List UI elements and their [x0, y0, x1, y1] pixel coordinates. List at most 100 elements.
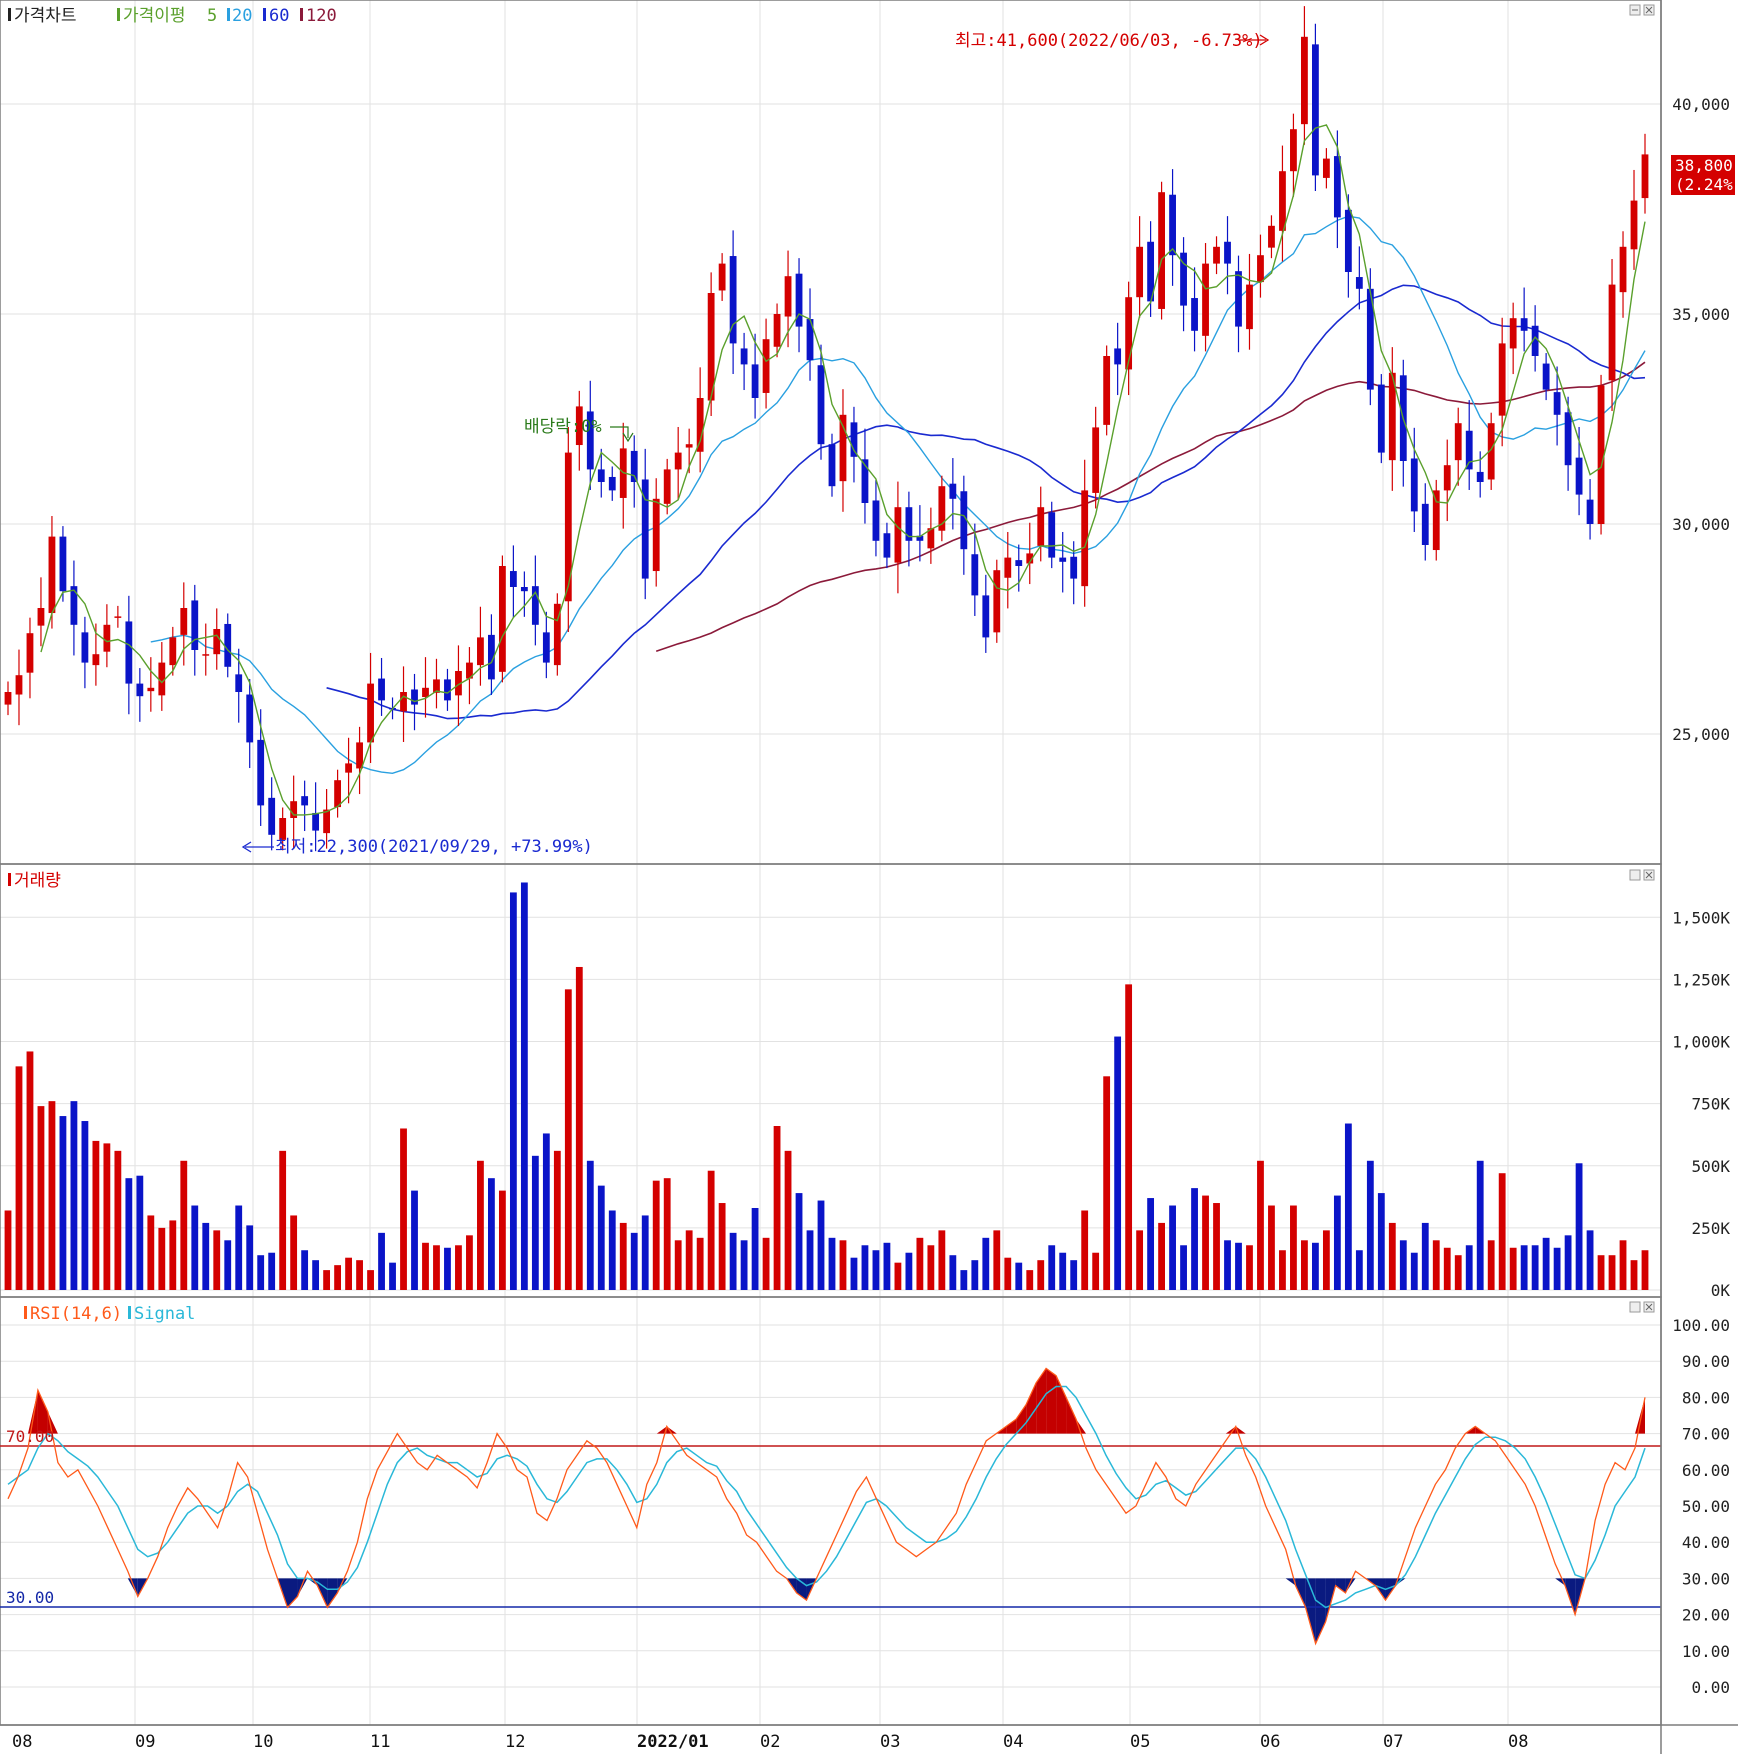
- volume-bar: [444, 1247, 451, 1290]
- candle-body: [202, 654, 210, 656]
- volume-bar: [806, 1230, 814, 1290]
- volume-bar: [564, 989, 572, 1290]
- candle-body: [1410, 458, 1418, 512]
- candle-body: [1421, 503, 1429, 545]
- volume-bar: [345, 1257, 352, 1290]
- volume-bar: [883, 1242, 891, 1290]
- candle-body: [1465, 430, 1473, 470]
- volume-bar: [1311, 1242, 1319, 1290]
- volume-bar: [433, 1245, 440, 1290]
- candle-body: [103, 624, 111, 652]
- candle-body: [1224, 241, 1231, 264]
- volume-bar: [608, 1210, 616, 1290]
- candle-body: [740, 348, 748, 365]
- volume-bar: [1114, 1036, 1122, 1290]
- candle-body: [872, 500, 880, 541]
- volume-bar: [1015, 1262, 1023, 1290]
- volume-bar: [531, 1155, 539, 1290]
- volume-tick-label: 500K: [1691, 1157, 1730, 1176]
- candle-body: [257, 739, 265, 806]
- volume-bar: [400, 1128, 407, 1290]
- candle-body: [411, 689, 418, 705]
- volume-bar: [290, 1215, 298, 1290]
- volume-bar: [553, 1150, 561, 1290]
- candle-body: [312, 812, 320, 831]
- volume-tick-label: 250K: [1691, 1219, 1730, 1238]
- volume-bar: [1004, 1257, 1012, 1290]
- volume-bar: [828, 1237, 836, 1290]
- price-tick-label: 35,000: [1672, 305, 1730, 324]
- volume-bar: [1465, 1245, 1473, 1290]
- dividend-annotation: 배당락:0%: [524, 417, 602, 437]
- last-price-value: 38,800: [1675, 156, 1733, 175]
- legend-ma-label: 가격이평: [123, 6, 186, 26]
- candle-body: [1586, 499, 1594, 524]
- rsi-overbought-fill: [1046, 1368, 1057, 1434]
- volume-bar: [1180, 1245, 1187, 1290]
- volume-bar: [488, 1178, 495, 1290]
- volume-bar: [1070, 1260, 1078, 1290]
- candle-body: [81, 632, 89, 663]
- candle-body: [1443, 465, 1451, 491]
- candle-body: [158, 662, 166, 696]
- volume-bar: [1586, 1230, 1594, 1290]
- volume-bar: [1125, 984, 1133, 1290]
- volume-bar: [905, 1252, 913, 1290]
- volume-bar: [641, 1215, 649, 1290]
- candle-body: [1037, 507, 1045, 546]
- candle-body: [1542, 363, 1550, 390]
- volume-bar: [861, 1245, 869, 1290]
- volume-bar: [70, 1101, 78, 1290]
- volume-bar: [1597, 1255, 1605, 1290]
- candle-body: [4, 692, 12, 705]
- volume-bar: [1531, 1245, 1539, 1290]
- volume-bar: [674, 1240, 682, 1290]
- volume-bar: [1059, 1252, 1067, 1290]
- legend-marker-ma20: [227, 8, 230, 21]
- volume-bar: [894, 1262, 902, 1290]
- volume-bar: [367, 1270, 374, 1290]
- volume-bar: [323, 1270, 331, 1290]
- minimize-icon[interactable]: [1629, 1301, 1641, 1313]
- legend-marker-volume: [8, 873, 11, 886]
- candle-body: [1498, 343, 1506, 416]
- candle-body: [1191, 298, 1198, 331]
- candle-body: [1377, 384, 1385, 453]
- volume-bar: [586, 1160, 594, 1290]
- candle-body: [1608, 284, 1616, 381]
- volume-bar: [1564, 1235, 1572, 1290]
- volume-bar: [257, 1255, 265, 1290]
- candle-body: [1290, 129, 1297, 172]
- rsi-tick-label: 30.00: [1682, 1569, 1730, 1588]
- x-tick-label: 10: [253, 1732, 273, 1752]
- candle-body: [1575, 457, 1583, 495]
- volume-bar: [1366, 1160, 1374, 1290]
- volume-bar: [477, 1160, 484, 1290]
- rsi-tick-label: 70.00: [1682, 1425, 1730, 1444]
- volume-bar: [1257, 1160, 1264, 1290]
- volume-bar: [619, 1222, 627, 1290]
- volume-bar: [15, 1066, 23, 1290]
- volume-bar: [103, 1143, 111, 1290]
- volume-tick-label: 1,500K: [1672, 908, 1730, 927]
- candle-body: [564, 452, 572, 602]
- candle-body: [400, 692, 407, 712]
- candle-body: [1235, 271, 1242, 327]
- candle-body: [1202, 263, 1209, 336]
- candle-body: [1015, 560, 1023, 566]
- x-tick-label: 04: [1003, 1732, 1023, 1752]
- candle-body: [367, 683, 374, 743]
- candle-body: [894, 507, 902, 563]
- candle-body: [817, 365, 825, 445]
- legend-marker-ma60: [263, 8, 266, 21]
- volume-bar: [37, 1106, 45, 1290]
- candle-body: [509, 571, 517, 587]
- candle-body: [125, 621, 133, 684]
- volume-bar: [59, 1116, 67, 1290]
- volume-bar: [773, 1126, 781, 1290]
- candle-body: [850, 422, 858, 457]
- volume-bar: [1301, 1240, 1308, 1290]
- candle-body: [1641, 154, 1649, 199]
- minimize-icon[interactable]: [1629, 869, 1641, 881]
- volume-bar: [1147, 1198, 1155, 1290]
